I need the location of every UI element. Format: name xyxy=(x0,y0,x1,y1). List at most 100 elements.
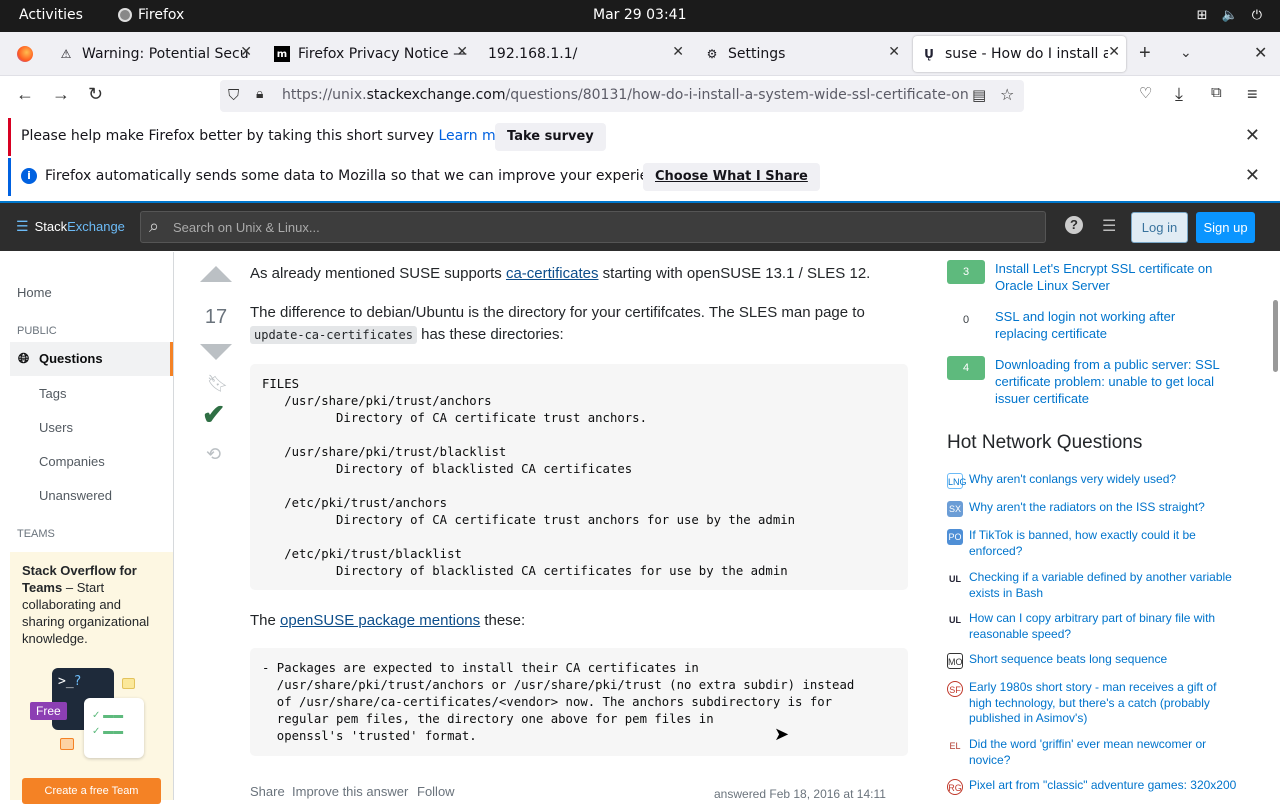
tab-suse-question[interactable]: Ų suse - How do I install a ✕ xyxy=(913,36,1126,72)
tab-privacy-notice[interactable]: m Firefox Privacy Notice — ✕ xyxy=(264,36,474,72)
teams-promo: Stack Overflow for Teams – Start collabo… xyxy=(10,552,173,804)
hnq-title[interactable]: Short sequence beats long sequence xyxy=(969,652,1239,668)
system-tray[interactable]: ⊞ 🔈 ⏻ xyxy=(1197,8,1262,23)
new-tab-button[interactable]: + xyxy=(1139,42,1151,65)
free-badge: Free xyxy=(30,702,67,720)
teams-promo-text: Stack Overflow for Teams – Start collabo… xyxy=(22,563,150,646)
ca-certificates-link[interactable]: ca-certificates xyxy=(506,265,599,282)
related-question-title[interactable]: Downloading from a public server: SSL ce… xyxy=(995,356,1231,407)
warning-icon: ⚠ xyxy=(60,47,72,61)
related-question[interactable]: 4 Downloading from a public server: SSL … xyxy=(947,356,1267,408)
tab-warning[interactable]: ⚠ Warning: Potential Secu ✕ xyxy=(48,36,258,72)
vote-count: 17 xyxy=(204,306,228,328)
help-icon[interactable]: ? xyxy=(1065,216,1083,234)
bookmark-icon[interactable]: 🔖︎ xyxy=(207,374,229,394)
tab-label: Firefox Privacy Notice — xyxy=(298,46,468,62)
extensions-icon[interactable]: ⧉ xyxy=(1211,84,1222,101)
related-question[interactable]: 3 Install Let's Encrypt SSL certificate … xyxy=(947,260,1267,296)
nav-tags[interactable]: Tags xyxy=(39,386,66,401)
hnq-title[interactable]: Why aren't conlangs very widely used? xyxy=(969,472,1239,488)
hnq-title[interactable]: If TikTok is banned, how exactly could i… xyxy=(969,528,1239,559)
hnq-title[interactable]: Pixel art from "classic" adventure games… xyxy=(969,778,1239,794)
nav-users[interactable]: Users xyxy=(39,420,73,435)
take-survey-button[interactable]: Take survey xyxy=(495,123,606,151)
back-arrow-icon[interactable]: ← xyxy=(16,84,34,105)
reload-icon[interactable]: ↻ xyxy=(88,84,103,105)
lock-icon[interactable]: 🔒︎ xyxy=(256,86,263,102)
nav-questions[interactable]: 🌐︎ Questions xyxy=(10,342,173,376)
survey-message: Please help make Firefox better by takin… xyxy=(21,128,519,144)
login-button[interactable]: Log in xyxy=(1131,212,1188,243)
tab-settings[interactable]: ⚙ Settings ✕ xyxy=(696,36,906,72)
history-icon[interactable]: ⟲ xyxy=(206,444,221,465)
close-data-notice-icon[interactable]: ✕ xyxy=(1245,165,1260,186)
site-icon: MO xyxy=(947,653,963,669)
close-tab-icon[interactable]: ✕ xyxy=(456,44,468,60)
url-text[interactable]: https://unix.stackexchange.com/questions… xyxy=(282,87,972,103)
pocket-icon[interactable]: ♡ xyxy=(1139,84,1152,102)
network-icon: ⊞ xyxy=(1196,8,1208,23)
downloads-icon[interactable]: ⤓ xyxy=(1175,84,1183,105)
improve-answer-link[interactable]: Improve this answer xyxy=(292,784,408,799)
follow-link[interactable]: Follow xyxy=(417,784,455,799)
create-free-team-button[interactable]: Create a free Team xyxy=(22,778,161,804)
shield-icon[interactable]: ⛉ xyxy=(228,86,239,104)
stackexchange-logo[interactable]: ☰ StackExchange xyxy=(16,218,125,235)
related-question[interactable]: 0 SSL and login not working after replac… xyxy=(947,308,1267,344)
site-icon: LNG xyxy=(947,473,967,489)
right-sidebar: 3 Install Let's Encrypt SSL certificate … xyxy=(935,252,1280,800)
bookmark-star-icon[interactable]: ☆ xyxy=(1000,85,1014,104)
answer-content: 17 🔖︎ ✔ ⟲ As already mentioned SUSE supp… xyxy=(174,252,934,801)
data-notification-bar: i Firefox automatically sends some data … xyxy=(8,158,1272,196)
nav-questions-label: Questions xyxy=(39,351,103,366)
close-tab-icon[interactable]: ✕ xyxy=(240,44,252,60)
hnq-title[interactable]: Did the word 'griffin' ever mean newcome… xyxy=(969,737,1239,768)
firefox-logo-icon xyxy=(17,46,33,62)
reader-view-icon[interactable]: ▤ xyxy=(972,86,986,104)
answered-timestamp: answered Feb 18, 2016 at 14:11 xyxy=(714,787,886,801)
mozilla-icon: m xyxy=(274,46,290,62)
power-icon: ⏻ xyxy=(1251,8,1262,23)
clock[interactable]: Mar 29 03:41 xyxy=(593,7,686,23)
menu-hamburger-icon[interactable]: ≡ xyxy=(1247,84,1258,105)
hnq-title[interactable]: Checking if a variable defined by anothe… xyxy=(969,570,1239,601)
search-placeholder: Search on Unix & Linux... xyxy=(173,220,320,235)
page-scrollbar[interactable] xyxy=(1273,300,1278,372)
close-window-icon[interactable]: ✕ xyxy=(1254,43,1267,63)
related-question-title[interactable]: Install Let's Encrypt SSL certificate on… xyxy=(995,260,1231,294)
nav-public-heading: PUBLIC xyxy=(17,325,57,337)
hnq-title[interactable]: Why aren't the radiators on the ISS stra… xyxy=(969,500,1239,516)
nav-home[interactable]: Home xyxy=(17,285,52,300)
downvote-arrow-icon[interactable] xyxy=(200,344,232,360)
tab-router[interactable]: 192.168.1.1/ ✕ xyxy=(480,36,690,72)
hnq-title[interactable]: How can I copy arbitrary part of binary … xyxy=(969,611,1239,642)
tab-strip: ⚠ Warning: Potential Secu ✕ m Firefox Pr… xyxy=(0,32,1280,76)
url-bar[interactable]: ⛉ 🔒︎ https://unix.stackexchange.com/ques… xyxy=(220,80,1024,112)
navigation-toolbar: ← → ↻ ⛉ 🔒︎ https://unix.stackexchange.co… xyxy=(0,76,1280,118)
close-survey-icon[interactable]: ✕ xyxy=(1245,125,1260,146)
choose-what-i-share-button[interactable]: Choose What I Share xyxy=(643,163,820,191)
nav-unanswered[interactable]: Unanswered xyxy=(39,488,112,503)
list-tabs-chevron-icon[interactable]: ⌄ xyxy=(1180,44,1192,61)
forward-arrow-icon[interactable]: → xyxy=(52,84,70,105)
firefox-view-button[interactable] xyxy=(8,36,42,72)
site-search-input[interactable]: ⌕ Search on Unix & Linux... xyxy=(140,211,1046,243)
chat-bubble-icon xyxy=(60,738,74,750)
upvote-arrow-icon[interactable] xyxy=(200,266,232,282)
answer-paragraph-1: As already mentioned SUSE supports ca-ce… xyxy=(250,265,871,282)
close-tab-icon[interactable]: ✕ xyxy=(672,44,684,60)
stackexchange-icon: ☰ xyxy=(16,218,29,234)
app-menu[interactable]: Firefox xyxy=(118,7,184,23)
close-tab-icon[interactable]: ✕ xyxy=(888,44,900,60)
opensuse-package-link[interactable]: openSUSE package mentions xyxy=(280,612,480,629)
activities-button[interactable]: Activities xyxy=(19,7,83,23)
related-question-title[interactable]: SSL and login not working after replacin… xyxy=(995,308,1231,342)
site-switcher-icon[interactable]: ☰ xyxy=(1102,216,1116,236)
site-icon: SF xyxy=(947,681,963,697)
close-tab-icon[interactable]: ✕ xyxy=(1108,44,1120,60)
hnq-title[interactable]: Early 1980s short story - man receives a… xyxy=(969,680,1239,727)
nav-companies[interactable]: Companies xyxy=(39,454,105,469)
globe-icon: 🌐︎ xyxy=(18,350,30,366)
signup-button[interactable]: Sign up xyxy=(1196,212,1255,243)
share-link[interactable]: Share xyxy=(250,784,285,799)
